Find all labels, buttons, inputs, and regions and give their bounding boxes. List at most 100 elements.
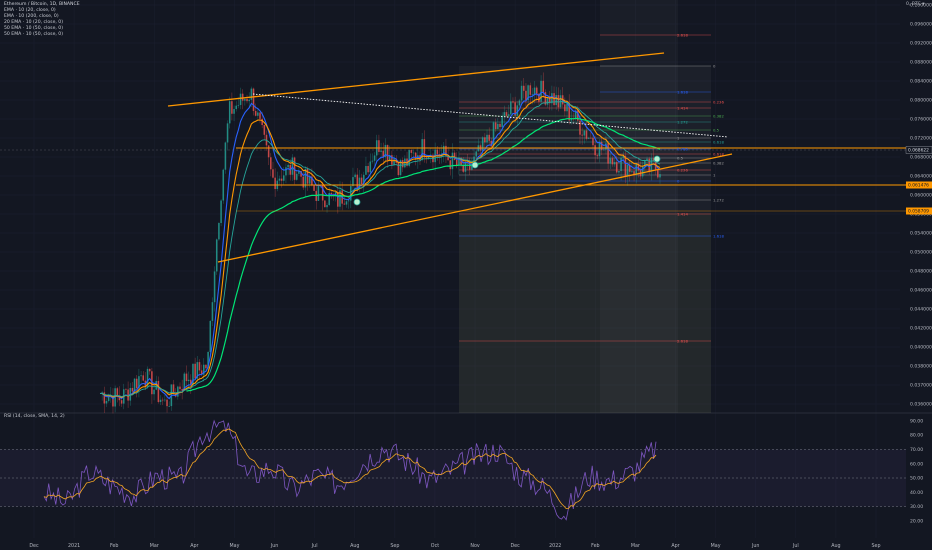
fib-level-label: 1.618 — [677, 90, 688, 95]
candle-body — [613, 162, 616, 165]
rsi-tick-label: 60.00 — [910, 461, 923, 467]
candle-body — [557, 95, 560, 108]
time-tick-label: Sep — [390, 543, 399, 549]
candle-body — [218, 222, 220, 240]
price-tick-label: 0.044000 — [910, 307, 932, 313]
price-tick-label: 0.064000 — [910, 174, 932, 180]
candle-body — [205, 364, 207, 369]
candle-body — [553, 93, 555, 105]
candle-body — [345, 201, 348, 205]
candle-body — [529, 85, 532, 95]
candle-body — [215, 239, 218, 272]
price-badge-label: 0.058709 — [908, 209, 929, 215]
fib-level-label: 0.5 — [713, 128, 720, 133]
indicator-50-ema-2[interactable]: 50 EMA · 10 (50, close, 0) — [4, 32, 80, 38]
candle-body — [542, 80, 545, 93]
candle-body — [278, 178, 281, 181]
candle-body — [531, 94, 534, 95]
candle-body — [367, 166, 369, 173]
candle-body — [635, 163, 638, 175]
fib-level-label: 0.382 — [713, 114, 724, 119]
candle-body — [393, 158, 395, 165]
price-tick-label: 0.050000 — [910, 250, 932, 256]
candle-body — [386, 144, 389, 161]
candle-body — [224, 142, 227, 170]
candle-body — [159, 399, 162, 403]
touch-point-marker — [471, 161, 479, 169]
candle-body — [107, 396, 110, 401]
candle-body — [464, 161, 467, 172]
candle-body — [533, 87, 536, 95]
candle-body — [626, 164, 629, 177]
candle-body — [308, 176, 311, 184]
time-tick-label: Dec — [510, 543, 520, 549]
candle-body — [581, 134, 583, 136]
candle-body — [350, 186, 352, 201]
candle-body — [231, 101, 233, 114]
fib-level-label: 1.272 — [713, 198, 724, 203]
candle-body — [518, 100, 521, 106]
candle-body — [148, 368, 151, 372]
candle-body — [185, 373, 188, 382]
candle-body — [166, 399, 168, 407]
candle-body — [475, 151, 478, 157]
candle-body — [313, 185, 315, 191]
candle-body — [140, 375, 142, 377]
candle-body — [564, 104, 566, 112]
candle-body — [324, 200, 326, 208]
candle-body — [194, 363, 196, 379]
candle-body — [105, 400, 108, 404]
candle-body — [594, 145, 596, 156]
price-tick-label: 0.060000 — [910, 193, 932, 199]
candle-body — [516, 105, 519, 116]
candle-body — [343, 203, 346, 205]
rsi-tick-label: 40.00 — [910, 490, 923, 496]
candle-body — [555, 95, 558, 105]
fib-level-label: 0.236 — [713, 100, 724, 105]
time-tick-label: Mar — [631, 543, 640, 549]
candle-body — [373, 155, 376, 161]
candle-body — [451, 152, 454, 170]
candle-body — [270, 157, 272, 170]
candle-body — [579, 120, 581, 135]
candle-body — [503, 112, 506, 116]
candle-body — [590, 137, 592, 139]
fib-level-label: 0.618 — [713, 140, 724, 145]
candle-body — [535, 87, 538, 94]
fib-level-label: 1.414 — [677, 106, 688, 111]
time-tick-label: Apr — [190, 543, 198, 549]
candle-body — [179, 386, 181, 390]
time-tick-label: Jul — [792, 543, 799, 549]
candle-body — [620, 157, 622, 172]
candle-body — [347, 200, 350, 202]
candle-body — [449, 160, 452, 170]
time-tick-label: Feb — [591, 543, 600, 549]
time-tick-label: 2022 — [549, 543, 561, 549]
fib-level-label: 1.618 — [713, 234, 724, 239]
fib-level-label: 2.618 — [677, 33, 688, 38]
candle-body — [226, 123, 229, 143]
candle-body — [488, 134, 490, 141]
fib-level-label: 1.272 — [677, 120, 688, 125]
candle-body — [153, 389, 155, 395]
price-tick-label: 0.040000 — [910, 345, 932, 351]
chart-canvas[interactable]: 2.61801.6180.2361.4140.3821.2720.510.618… — [0, 0, 932, 550]
candle-body — [380, 150, 382, 152]
candle-body — [116, 388, 119, 396]
candle-body — [168, 406, 170, 407]
candle-body — [131, 387, 134, 392]
candle-body — [486, 134, 488, 143]
rsi-tick-label: 50.00 — [910, 476, 923, 482]
candle-body — [659, 174, 661, 178]
price-tick-label: 0.054000 — [910, 231, 932, 237]
time-tick-label: 2021 — [68, 543, 80, 549]
price-unit[interactable]: 0, BTC ▾ — [906, 2, 925, 7]
candle-body — [235, 105, 238, 110]
fib-level-label: 1.414 — [677, 212, 688, 217]
fib-level-label: 0.382 — [713, 161, 724, 166]
rsi-tick-label: 90.00 — [910, 418, 923, 424]
fib-level-label: 0.786 — [677, 147, 688, 152]
candle-body — [596, 155, 599, 157]
candle-body — [505, 112, 508, 116]
price-tick-label: 0.076000 — [910, 117, 932, 123]
